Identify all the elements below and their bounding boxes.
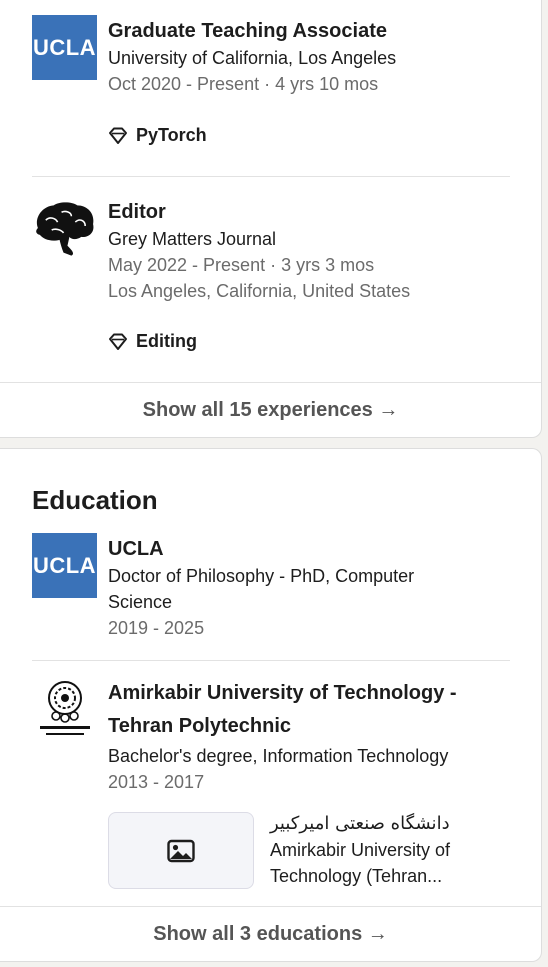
degree: Bachelor's degree, Information Technolog… <box>108 746 449 766</box>
brain-icon[interactable] <box>32 196 97 261</box>
experience-item[interactable]: Editor Grey Matters Journal May 2022 - P… <box>32 196 510 366</box>
divider <box>0 906 541 907</box>
experience-org: University of California, Los Angeles <box>108 48 397 68</box>
skill-tag[interactable]: PyTorch <box>108 125 207 146</box>
amirkabir-seal-icon[interactable] <box>32 677 97 742</box>
experience-dates: Oct 2020 - Present · 4 yrs 10 mos <box>108 74 379 94</box>
education-card: Education UCLA UCLA Doctor of Philosophy… <box>0 448 542 962</box>
media-thumbnail[interactable] <box>108 812 254 889</box>
divider <box>32 176 510 177</box>
school-name-line: Tehran Polytechnic <box>108 715 292 737</box>
degree-line: Doctor of Philosophy - PhD, Computer <box>108 566 415 586</box>
degree-line: Science <box>108 592 173 612</box>
divider <box>32 660 510 661</box>
skill-diamond-icon <box>109 127 127 144</box>
section-title: Education <box>32 485 158 515</box>
media-desc-line: Amirkabir University of <box>270 840 451 860</box>
school-name: UCLA <box>108 538 164 560</box>
experience-card: UCLA Graduate Teaching Associate Univers… <box>0 0 542 438</box>
experience-item[interactable]: UCLA Graduate Teaching Associate Univers… <box>32 15 510 165</box>
experience-title: Editor <box>108 201 166 223</box>
school-name-line: Amirkabir University of Technology - <box>108 682 457 704</box>
media-desc-line: Technology (Tehran... <box>270 866 443 886</box>
degree: Doctor of Philosophy - PhD, Computer Sci… <box>108 563 510 615</box>
show-all-educations-button[interactable]: Show all 3 educations → <box>0 923 541 946</box>
experience-org: Grey Matters Journal <box>108 229 277 249</box>
education-item[interactable]: UCLA UCLA Doctor of Philosophy - PhD, Co… <box>32 533 510 648</box>
divider <box>0 382 541 383</box>
media-description[interactable]: دانشگاه صنعتی امیرکبیر Amirkabir Univers… <box>270 811 510 889</box>
media-title: دانشگاه صنعتی امیرکبیر <box>270 813 450 834</box>
ucla-logo[interactable]: UCLA <box>32 15 97 80</box>
skill-tag[interactable]: Editing <box>108 331 197 352</box>
skill-label: Editing <box>136 331 197 351</box>
experience-dates: May 2022 - Present · 3 yrs 3 mos <box>108 255 375 275</box>
show-all-experiences-button[interactable]: Show all 15 experiences → <box>0 399 541 422</box>
image-icon <box>167 839 195 862</box>
education-years: 2019 - 2025 <box>108 618 205 638</box>
experience-location: Los Angeles, California, United States <box>108 281 411 301</box>
school-name: Amirkabir University of Technology - Teh… <box>108 677 510 743</box>
skill-label: PyTorch <box>136 125 207 145</box>
education-years: 2013 - 2017 <box>108 772 205 792</box>
skill-diamond-icon <box>109 333 127 350</box>
ucla-logo[interactable]: UCLA <box>32 533 97 598</box>
experience-title: Graduate Teaching Associate <box>108 20 387 42</box>
